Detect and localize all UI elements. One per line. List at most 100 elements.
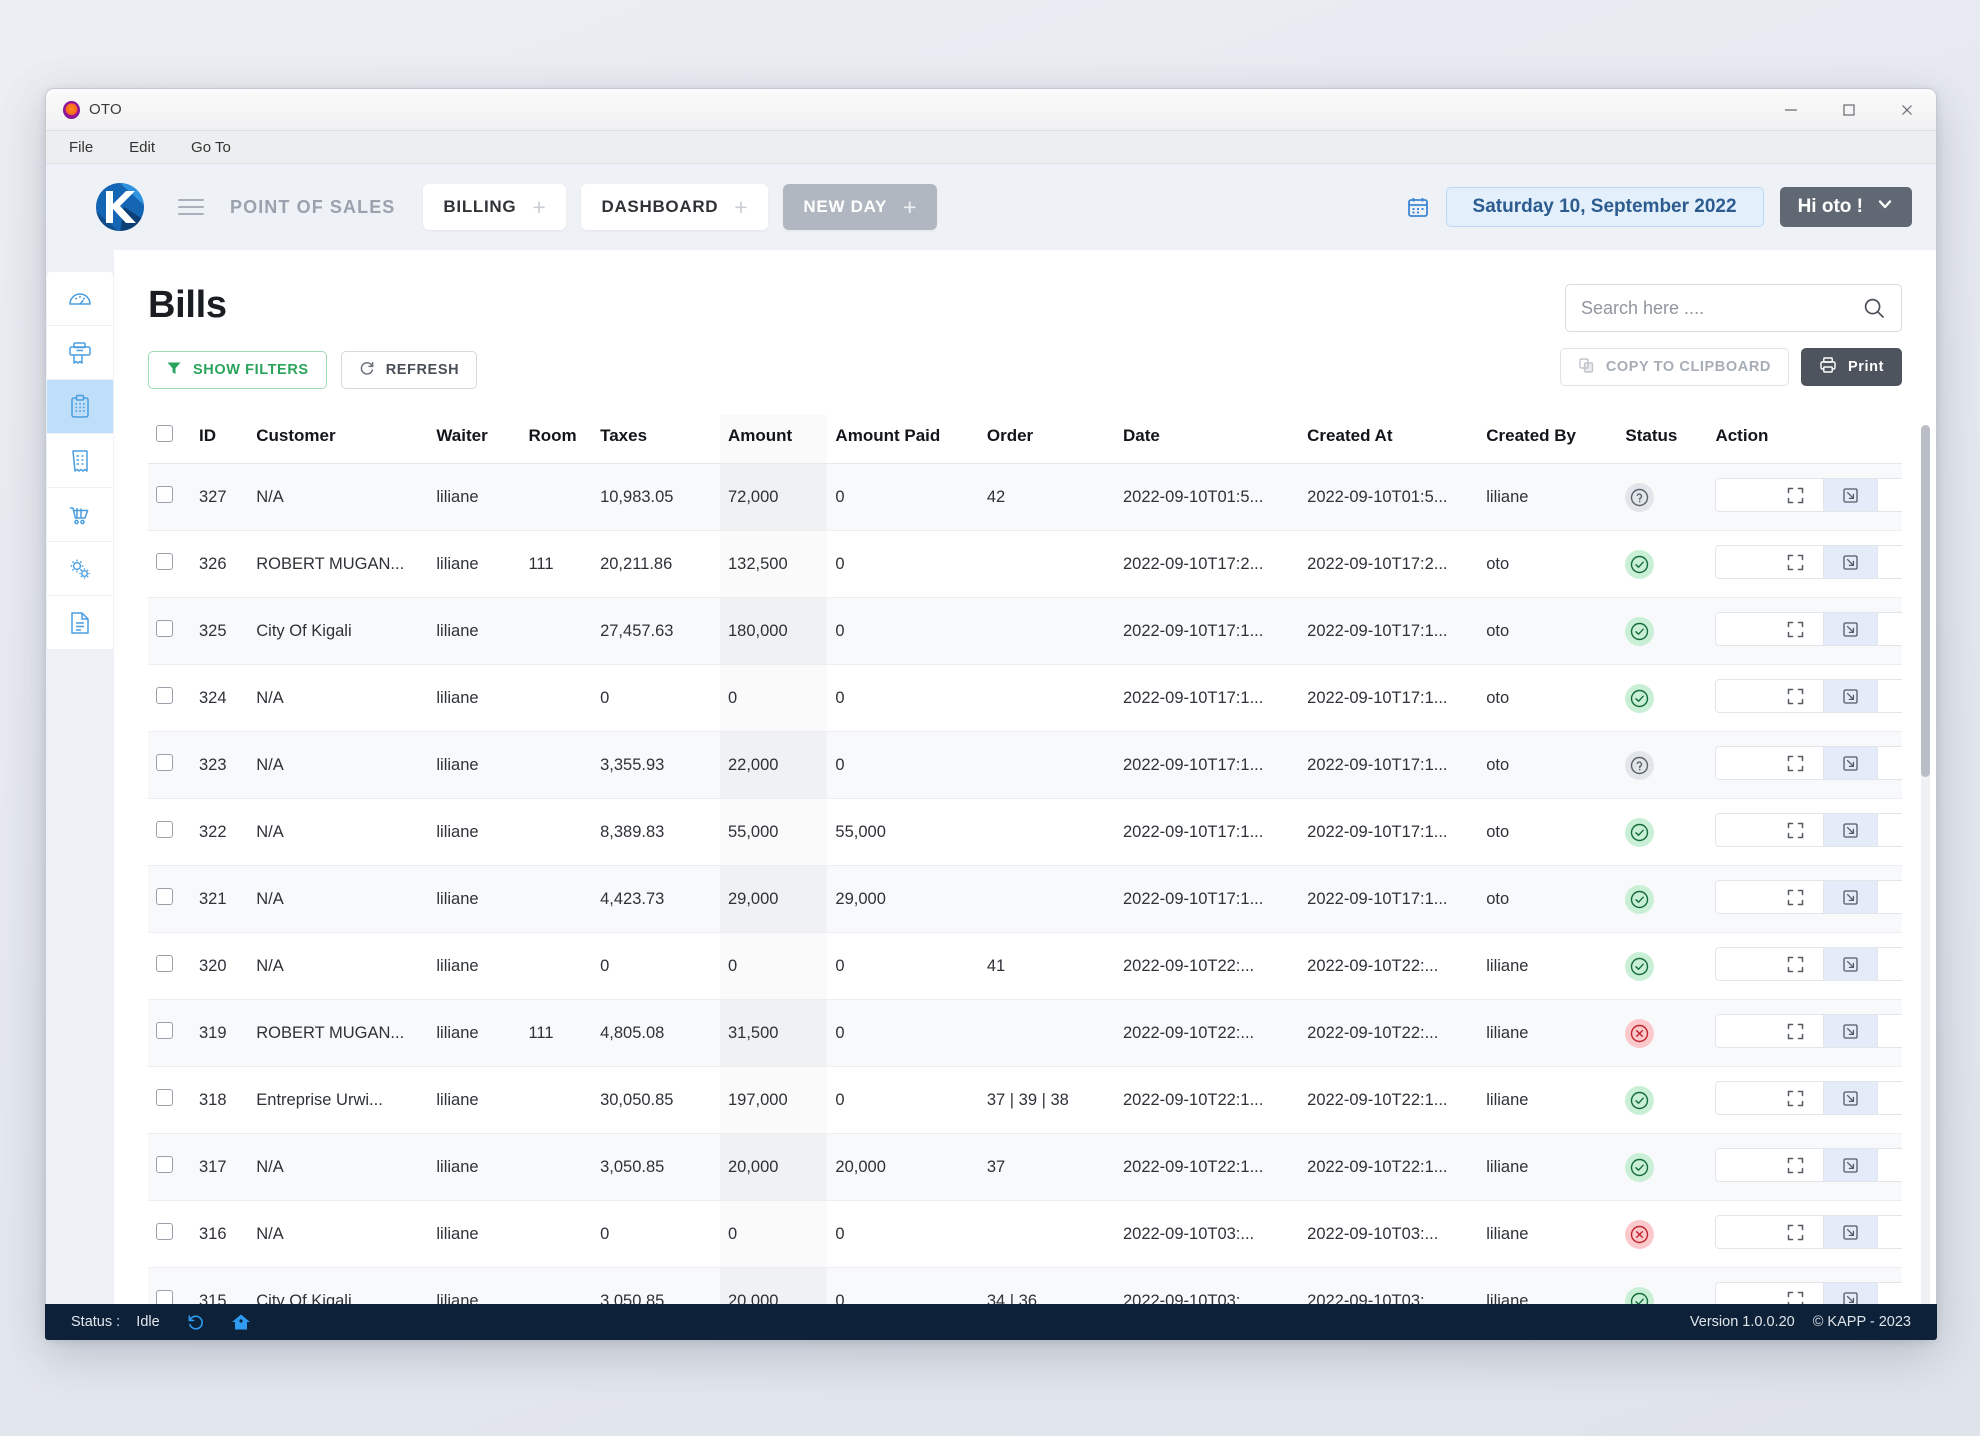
status-badge-ok[interactable] — [1625, 1153, 1654, 1182]
download-icon[interactable] — [1823, 1082, 1878, 1114]
row-select-cell[interactable] — [148, 866, 191, 933]
sidebar-item-receipts[interactable] — [47, 434, 113, 488]
sidebar-item-settings[interactable] — [47, 542, 113, 596]
header-taxes[interactable]: Taxes — [592, 415, 720, 464]
expand-icon[interactable] — [1768, 948, 1823, 980]
expand-icon[interactable] — [1768, 881, 1823, 913]
calendar-icon[interactable] — [1406, 195, 1430, 219]
row-checkbox[interactable] — [156, 1089, 173, 1106]
current-date[interactable]: Saturday 10, September 2022 — [1446, 187, 1764, 227]
header-date[interactable]: Date — [1115, 415, 1299, 464]
download-icon[interactable] — [1823, 680, 1878, 712]
expand-icon[interactable] — [1768, 1216, 1823, 1248]
sidebar-item-reports[interactable] — [47, 596, 113, 650]
download-icon[interactable] — [1823, 1216, 1878, 1248]
row-select-cell[interactable] — [148, 1134, 191, 1201]
expand-icon[interactable] — [1768, 613, 1823, 645]
row-select-cell[interactable] — [148, 799, 191, 866]
menu-file[interactable]: File — [63, 137, 99, 158]
table-row[interactable]: 320N/Aliliane000412022-09-10T22:...2022-… — [148, 933, 1902, 1000]
status-badge-ok[interactable] — [1625, 684, 1654, 713]
row-select-cell[interactable] — [148, 531, 191, 598]
expand-icon[interactable] — [1768, 814, 1823, 846]
download-icon[interactable] — [1823, 613, 1878, 645]
show-filters-button[interactable]: SHOW FILTERS — [148, 351, 327, 389]
row-select-cell[interactable] — [148, 1201, 191, 1268]
expand-icon[interactable] — [1768, 680, 1823, 712]
row-checkbox[interactable] — [156, 1022, 173, 1039]
download-icon[interactable] — [1823, 948, 1878, 980]
download-icon[interactable] — [1823, 1149, 1878, 1181]
table-row[interactable]: 318Entreprise Urwi...liliane30,050.85197… — [148, 1067, 1902, 1134]
status-badge-error[interactable] — [1625, 1019, 1654, 1048]
row-checkbox[interactable] — [156, 888, 173, 905]
search-input[interactable] — [1581, 298, 1862, 319]
table-row[interactable]: 325City Of Kigalililiane27,457.63180,000… — [148, 598, 1902, 665]
status-badge-unknown[interactable] — [1625, 751, 1654, 780]
download-icon[interactable] — [1823, 881, 1878, 913]
sidebar-item-dashboard[interactable] — [47, 272, 113, 326]
print-button[interactable]: Print — [1801, 348, 1902, 386]
row-select-cell[interactable] — [148, 732, 191, 799]
menu-edit[interactable]: Edit — [123, 137, 161, 158]
table-row[interactable]: 323N/Aliliane3,355.9322,00002022-09-10T1… — [148, 732, 1902, 799]
table-row[interactable]: 317N/Aliliane3,050.8520,00020,000372022-… — [148, 1134, 1902, 1201]
table-row[interactable]: 326ROBERT MUGAN...liliane11120,211.86132… — [148, 531, 1902, 598]
row-checkbox[interactable] — [156, 955, 173, 972]
table-scrollbar[interactable] — [1921, 425, 1930, 1339]
refresh-icon[interactable] — [186, 1313, 205, 1332]
header-room[interactable]: Room — [520, 415, 592, 464]
expand-icon[interactable] — [1768, 1149, 1823, 1181]
download-icon[interactable] — [1823, 1015, 1878, 1047]
status-badge-ok[interactable] — [1625, 952, 1654, 981]
expand-icon[interactable] — [1768, 479, 1823, 511]
plus-icon[interactable]: + — [532, 196, 546, 219]
row-checkbox[interactable] — [156, 1223, 173, 1240]
header-waiter[interactable]: Waiter — [428, 415, 520, 464]
expand-icon[interactable] — [1768, 546, 1823, 578]
row-checkbox[interactable] — [156, 486, 173, 503]
status-badge-unknown[interactable] — [1625, 483, 1654, 512]
status-badge-ok[interactable] — [1625, 550, 1654, 579]
table-row[interactable]: 319ROBERT MUGAN...liliane1114,805.0831,5… — [148, 1000, 1902, 1067]
minimize-icon[interactable] — [1762, 89, 1820, 130]
home-icon[interactable] — [231, 1312, 251, 1332]
row-select-cell[interactable] — [148, 665, 191, 732]
download-icon[interactable] — [1823, 814, 1878, 846]
sidebar-item-bills[interactable] — [47, 380, 113, 434]
row-select-cell[interactable] — [148, 933, 191, 1000]
select-all-checkbox[interactable] — [156, 425, 173, 442]
table-row[interactable]: 324N/Aliliane0002022-09-10T17:1...2022-0… — [148, 665, 1902, 732]
select-all-header[interactable] — [148, 415, 191, 464]
row-select-cell[interactable] — [148, 598, 191, 665]
header-created-at[interactable]: Created At — [1299, 415, 1478, 464]
row-checkbox[interactable] — [156, 754, 173, 771]
status-badge-ok[interactable] — [1625, 1086, 1654, 1115]
hamburger-icon[interactable] — [178, 199, 204, 215]
row-checkbox[interactable] — [156, 687, 173, 704]
header-amount-paid[interactable]: Amount Paid — [827, 415, 978, 464]
plus-icon[interactable]: + — [903, 196, 917, 219]
row-select-cell[interactable] — [148, 464, 191, 531]
table-row[interactable]: 321N/Aliliane4,423.7329,00029,0002022-09… — [148, 866, 1902, 933]
row-checkbox[interactable] — [156, 821, 173, 838]
expand-icon[interactable] — [1768, 1015, 1823, 1047]
copy-to-clipboard-button[interactable]: COPY TO CLIPBOARD — [1560, 348, 1789, 386]
expand-icon[interactable] — [1768, 747, 1823, 779]
header-status[interactable]: Status — [1617, 415, 1707, 464]
download-icon[interactable] — [1823, 747, 1878, 779]
status-badge-ok[interactable] — [1625, 617, 1654, 646]
row-checkbox[interactable] — [156, 553, 173, 570]
status-badge-ok[interactable] — [1625, 818, 1654, 847]
search-box[interactable] — [1565, 284, 1902, 332]
sidebar-item-orders[interactable] — [47, 488, 113, 542]
download-icon[interactable] — [1823, 546, 1878, 578]
header-id[interactable]: ID — [191, 415, 248, 464]
tab-dashboard[interactable]: DASHBOARD + — [581, 184, 768, 230]
menu-goto[interactable]: Go To — [185, 137, 237, 158]
header-created-by[interactable]: Created By — [1478, 415, 1617, 464]
status-badge-error[interactable] — [1625, 1220, 1654, 1249]
maximize-icon[interactable] — [1820, 89, 1878, 130]
close-icon[interactable] — [1878, 89, 1936, 130]
user-menu[interactable]: Hi oto ! — [1780, 187, 1912, 227]
